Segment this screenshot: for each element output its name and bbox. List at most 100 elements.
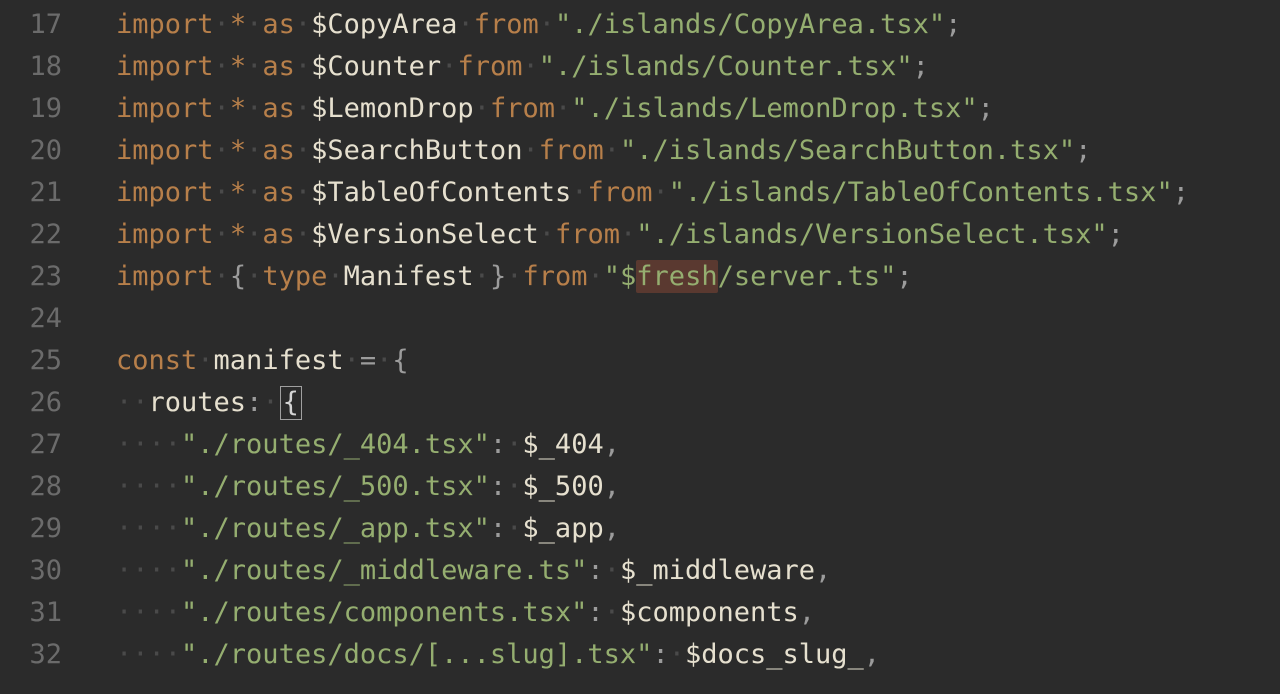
line-number: 29 (0, 508, 62, 550)
keyword-as: as (262, 51, 295, 82)
whitespace-marker: · (588, 261, 604, 292)
code-content[interactable]: import·*·as·$CopyArea·from·"./islands/Co… (80, 0, 1280, 694)
code-line[interactable]: const·manifest·=·{ (116, 340, 1280, 382)
colon: : (587, 597, 603, 628)
keyword-as: as (262, 177, 295, 208)
route-value: $docs_slug_ (685, 639, 864, 670)
keyword-import: import (116, 51, 214, 82)
code-line[interactable]: ····"./routes/_500.tsx":·$_500, (116, 466, 1280, 508)
route-value: $_500 (522, 471, 603, 502)
whitespace-marker: · (327, 261, 343, 292)
import-path: "./islands/SearchButton.tsx" (620, 135, 1075, 166)
import-path-suffix: /server.ts" (718, 261, 897, 292)
keyword-from: from (587, 177, 652, 208)
keyword-as: as (262, 93, 295, 124)
whitespace-marker: · (295, 51, 311, 82)
whitespace-marker: · (604, 555, 620, 586)
comma: , (864, 639, 880, 670)
line-number: 17 (0, 4, 62, 46)
whitespace-marker: · (262, 387, 278, 418)
code-line[interactable]: import·*·as·$Counter·from·"./islands/Cou… (116, 46, 1280, 88)
route-key: "./routes/docs/[...slug].tsx" (181, 639, 652, 670)
whitespace-marker: · (376, 345, 392, 376)
whitespace-marker: · (295, 135, 311, 166)
star-token: * (230, 93, 246, 124)
star-token: * (230, 135, 246, 166)
star-token: * (230, 9, 246, 40)
whitespace-marker: · (214, 135, 230, 166)
brace-close: } (490, 261, 506, 292)
code-line[interactable]: ····"./routes/_middleware.ts":·$_middlew… (116, 550, 1280, 592)
route-key: "./routes/components.tsx" (181, 597, 587, 628)
whitespace-marker: · (214, 9, 230, 40)
whitespace-marker: · (539, 219, 555, 250)
code-line[interactable]: ····"./routes/docs/[...slug].tsx":·$docs… (116, 634, 1280, 676)
whitespace-marker: ·· (116, 597, 149, 628)
code-line[interactable]: ····"./routes/_404.tsx":·$_404, (116, 424, 1280, 466)
search-highlight: fresh (636, 260, 717, 293)
import-alias: $LemonDrop (311, 93, 474, 124)
whitespace-marker: · (246, 177, 262, 208)
whitespace-marker: · (295, 9, 311, 40)
code-line[interactable] (116, 298, 1280, 340)
whitespace-marker: ·· (149, 597, 182, 628)
import-alias: $TableOfContents (311, 177, 571, 208)
code-line[interactable]: import·*·as·$CopyArea·from·"./islands/Co… (116, 4, 1280, 46)
brace-open: { (392, 345, 408, 376)
route-key: "./routes/_app.tsx" (181, 513, 490, 544)
whitespace-marker: · (246, 135, 262, 166)
keyword-from: from (555, 219, 620, 250)
code-line[interactable]: import·{·type·Manifest·}·from·"$fresh/se… (116, 256, 1280, 298)
whitespace-marker: · (197, 345, 213, 376)
whitespace-marker: · (246, 51, 262, 82)
code-editor[interactable]: 17181920212223242526272829303132 import·… (0, 0, 1280, 694)
whitespace-marker: · (214, 51, 230, 82)
code-line[interactable]: import·*·as·$SearchButton·from·"./island… (116, 130, 1280, 172)
whitespace-marker: ·· (116, 429, 149, 460)
whitespace-marker: · (506, 261, 522, 292)
whitespace-marker: · (344, 345, 360, 376)
import-alias: $SearchButton (311, 135, 522, 166)
line-number: 21 (0, 172, 62, 214)
whitespace-marker: ·· (149, 471, 182, 502)
line-number: 22 (0, 214, 62, 256)
route-value: $_middleware (620, 555, 815, 586)
line-number: 25 (0, 340, 62, 382)
code-line[interactable]: ····"./routes/_app.tsx":·$_app, (116, 508, 1280, 550)
keyword-as: as (262, 135, 295, 166)
line-number: 31 (0, 592, 62, 634)
import-path: "./islands/Counter.tsx" (539, 51, 913, 82)
semicolon: ; (896, 261, 912, 292)
cursor: { (280, 386, 302, 420)
import-alias: $VersionSelect (311, 219, 539, 250)
keyword-import: import (116, 93, 214, 124)
keyword-from: from (522, 261, 587, 292)
import-alias: $Counter (311, 51, 441, 82)
route-value: $components (620, 597, 799, 628)
star-token: * (230, 177, 246, 208)
whitespace-marker: · (457, 9, 473, 40)
keyword-from: from (490, 93, 555, 124)
code-line[interactable]: import·*·as·$VersionSelect·from·"./islan… (116, 214, 1280, 256)
route-value: $_app (522, 513, 603, 544)
line-number: 28 (0, 466, 62, 508)
line-number: 18 (0, 46, 62, 88)
comma: , (604, 429, 620, 460)
star-token: * (230, 51, 246, 82)
import-path: "./islands/VersionSelect.tsx" (636, 219, 1107, 250)
semicolon: ; (945, 9, 961, 40)
line-number: 26 (0, 382, 62, 424)
import-path: "./islands/LemonDrop.tsx" (571, 93, 977, 124)
line-number: 23 (0, 256, 62, 298)
code-line[interactable]: ····"./routes/components.tsx":·$componen… (116, 592, 1280, 634)
import-alias: $CopyArea (311, 9, 457, 40)
colon: : (490, 471, 506, 502)
whitespace-marker: · (522, 51, 538, 82)
whitespace-marker: · (506, 429, 522, 460)
line-number-gutter: 17181920212223242526272829303132 (0, 0, 80, 694)
code-line[interactable]: ··routes:·{ (116, 382, 1280, 424)
prop-key: routes (149, 387, 247, 418)
line-number: 19 (0, 88, 62, 130)
code-line[interactable]: import·*·as·$TableOfContents·from·"./isl… (116, 172, 1280, 214)
code-line[interactable]: import·*·as·$LemonDrop·from·"./islands/L… (116, 88, 1280, 130)
